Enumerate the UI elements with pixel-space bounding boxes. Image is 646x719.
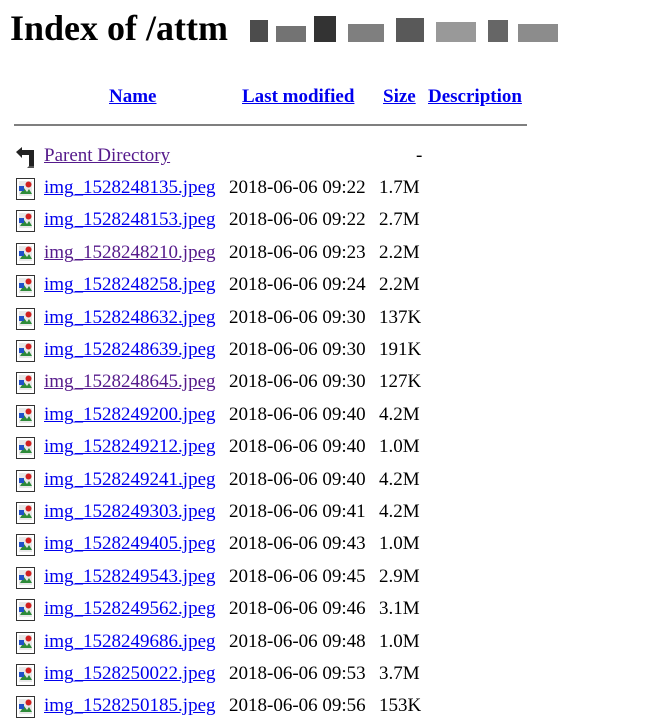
column-header-size[interactable]: Size xyxy=(383,86,416,108)
file-row: img_1528249686.jpeg 2018-06-06 09:48 1.0M xyxy=(0,629,646,655)
file-modified: 2018-06-06 09:46 xyxy=(229,598,366,620)
image-file-icon xyxy=(16,696,35,719)
file-row: img_1528249303.jpeg 2018-06-06 09:41 4.2M xyxy=(0,499,646,525)
file-modified: 2018-06-06 09:22 xyxy=(229,209,366,231)
file-size: 127K xyxy=(379,371,422,393)
file-link[interactable]: img_1528248210.jpeg xyxy=(44,240,216,266)
file-modified: 2018-06-06 09:30 xyxy=(229,371,366,393)
file-modified: 2018-06-06 09:30 xyxy=(229,339,366,360)
image-file-icon xyxy=(16,631,35,654)
file-size: 4.2M xyxy=(379,468,420,490)
file-modified: 2018-06-06 09:22 xyxy=(229,177,366,198)
redacted-path xyxy=(236,6,596,50)
header-divider xyxy=(14,124,527,126)
file-row: img_1528248210.jpeg 2018-06-06 09:23 2.2M xyxy=(0,240,646,266)
file-size: 3.1M xyxy=(379,598,420,620)
file-link[interactable]: img_1528250022.jpeg xyxy=(44,661,216,687)
file-link[interactable]: img_1528250185.jpeg xyxy=(44,693,216,719)
file-link[interactable]: img_1528248135.jpeg xyxy=(44,175,216,201)
file-link[interactable]: img_1528248645.jpeg xyxy=(44,369,216,395)
image-file-icon xyxy=(16,210,35,233)
file-row: img_1528248632.jpeg 2018-06-06 09:30 137K xyxy=(0,305,646,331)
file-modified: 2018-06-06 09:41 xyxy=(229,501,366,522)
file-link[interactable]: img_1528249405.jpeg xyxy=(44,531,216,557)
image-file-icon xyxy=(16,437,35,460)
file-row: img_1528248258.jpeg 2018-06-06 09:24 2.2M xyxy=(0,272,646,298)
image-file-icon xyxy=(16,566,35,589)
file-size: 4.2M xyxy=(379,403,420,425)
file-link[interactable]: img_1528248153.jpeg xyxy=(44,207,216,233)
file-link[interactable]: img_1528249686.jpeg xyxy=(44,629,216,655)
file-modified: 2018-06-06 09:43 xyxy=(229,533,366,555)
file-modified: 2018-06-06 09:48 xyxy=(229,630,366,652)
file-size: 2.2M xyxy=(379,241,420,263)
page-title: Index of /attm xyxy=(10,6,596,50)
image-file-icon xyxy=(16,469,35,492)
file-link[interactable]: img_1528248639.jpeg xyxy=(44,337,216,363)
file-size: 137K xyxy=(379,306,422,328)
column-header-name[interactable]: Name xyxy=(109,86,156,108)
image-file-icon xyxy=(16,178,35,200)
parent-directory-row: Parent Directory - xyxy=(0,143,646,169)
file-link[interactable]: img_1528249212.jpeg xyxy=(44,434,216,460)
file-size: 1.7M xyxy=(379,177,420,198)
file-row: img_1528249405.jpeg 2018-06-06 09:43 1.0M xyxy=(0,531,646,557)
file-link[interactable]: img_1528248632.jpeg xyxy=(44,305,216,331)
file-size: 1.0M xyxy=(379,436,420,458)
image-file-icon xyxy=(16,340,35,362)
file-row: img_1528249543.jpeg 2018-06-06 09:45 2.9M xyxy=(0,564,646,590)
file-link[interactable]: img_1528248258.jpeg xyxy=(44,272,216,298)
file-row: img_1528250022.jpeg 2018-06-06 09:53 3.7M xyxy=(0,661,646,687)
image-file-icon xyxy=(16,307,35,330)
file-link[interactable]: img_1528249303.jpeg xyxy=(44,499,216,525)
file-size: 2.2M xyxy=(379,274,420,296)
file-size: 3.7M xyxy=(379,663,420,684)
file-row: img_1528249241.jpeg 2018-06-06 09:40 4.2M xyxy=(0,467,646,493)
file-row: img_1528250185.jpeg 2018-06-06 09:56 153K xyxy=(0,693,646,719)
file-modified: 2018-06-06 09:40 xyxy=(229,403,366,425)
file-link[interactable]: img_1528249562.jpeg xyxy=(44,596,216,622)
file-modified: 2018-06-06 09:56 xyxy=(229,695,366,717)
image-file-icon xyxy=(16,599,35,622)
file-modified: 2018-06-06 09:30 xyxy=(229,306,366,328)
image-file-icon xyxy=(16,372,35,395)
image-file-icon xyxy=(16,502,35,524)
file-modified: 2018-06-06 09:24 xyxy=(229,274,366,296)
image-file-icon xyxy=(16,275,35,298)
file-size: 1.0M xyxy=(379,630,420,652)
file-row: img_1528249212.jpeg 2018-06-06 09:40 1.0M xyxy=(0,434,646,460)
file-row: img_1528248135.jpeg 2018-06-06 09:22 1.7M xyxy=(0,175,646,201)
image-file-icon xyxy=(16,664,35,686)
image-file-icon xyxy=(16,242,35,265)
file-size: 1.0M xyxy=(379,533,420,555)
file-row: img_1528248645.jpeg 2018-06-06 09:30 127K xyxy=(0,369,646,395)
file-link[interactable]: img_1528249200.jpeg xyxy=(44,402,216,428)
back-arrow-icon xyxy=(16,147,34,168)
column-header-last-modified[interactable]: Last modified xyxy=(242,86,354,108)
file-row: img_1528249200.jpeg 2018-06-06 09:40 4.2M xyxy=(0,402,646,428)
file-modified: 2018-06-06 09:40 xyxy=(229,436,366,458)
parent-directory-link[interactable]: Parent Directory xyxy=(44,143,170,169)
file-link[interactable]: img_1528249543.jpeg xyxy=(44,564,216,590)
file-modified: 2018-06-06 09:40 xyxy=(229,468,366,490)
file-row: img_1528248639.jpeg 2018-06-06 09:30 191K xyxy=(0,337,646,363)
file-size: 2.9M xyxy=(379,565,420,587)
file-modified: 2018-06-06 09:23 xyxy=(229,241,366,263)
file-size: 2.7M xyxy=(379,209,420,231)
image-file-icon xyxy=(16,534,35,557)
file-size: 191K xyxy=(379,339,422,360)
parent-size: - xyxy=(416,145,423,166)
file-row: img_1528249562.jpeg 2018-06-06 09:46 3.1M xyxy=(0,596,646,622)
file-row: img_1528248153.jpeg 2018-06-06 09:22 2.7M xyxy=(0,207,646,233)
file-link[interactable]: img_1528249241.jpeg xyxy=(44,467,216,493)
file-size: 4.2M xyxy=(379,501,420,522)
file-modified: 2018-06-06 09:53 xyxy=(229,663,366,684)
column-header-description[interactable]: Description xyxy=(428,86,522,108)
file-modified: 2018-06-06 09:45 xyxy=(229,565,366,587)
image-file-icon xyxy=(16,404,35,427)
file-size: 153K xyxy=(379,695,422,717)
